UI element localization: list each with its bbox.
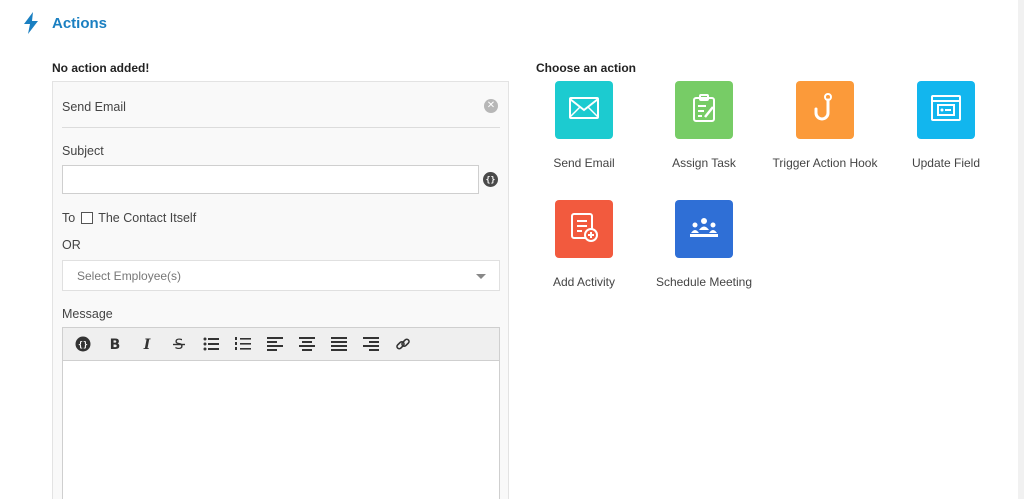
envelope-icon [569, 96, 599, 124]
action-label: Add Activity [552, 275, 616, 289]
action-label: Trigger Action Hook [772, 156, 878, 170]
action-add-activity[interactable]: Add Activity [529, 200, 639, 291]
actions-header: Actions [22, 12, 107, 34]
form-field-icon [931, 94, 961, 126]
employee-select[interactable]: Select Employee(s) [62, 260, 500, 291]
hook-icon [814, 92, 836, 128]
clipboard-task-icon [692, 93, 716, 127]
send-email-tile [555, 81, 613, 139]
link-icon[interactable] [393, 334, 413, 354]
strikethrough-icon[interactable]: S [169, 334, 189, 354]
action-schedule-meeting[interactable]: Schedule Meeting [649, 200, 759, 291]
employee-select-placeholder: Select Employee(s) [77, 269, 182, 283]
numbered-list-icon[interactable] [233, 334, 253, 354]
svg-text:I: I [143, 337, 151, 351]
subject-label: Subject [62, 144, 104, 158]
or-label: OR [62, 238, 81, 252]
send-email-panel: Send Email ✕ Subject {} To The Contact I… [52, 81, 509, 499]
action-trigger-hook[interactable]: Trigger Action Hook [770, 81, 880, 172]
no-action-heading: No action added! [52, 61, 150, 75]
action-label: Send Email [553, 156, 615, 170]
chevron-down-icon [476, 274, 486, 279]
action-label: Schedule Meeting [655, 275, 753, 289]
action-update-field[interactable]: Update Field [891, 81, 1001, 172]
align-justify-icon[interactable] [329, 334, 349, 354]
message-body[interactable] [63, 361, 499, 499]
add-activity-tile [555, 200, 613, 258]
lightning-bolt-icon [22, 12, 40, 34]
align-center-icon[interactable] [297, 334, 317, 354]
meeting-icon [688, 216, 720, 243]
page-title: Actions [52, 14, 108, 32]
italic-icon[interactable]: I [137, 334, 157, 354]
divider [62, 127, 500, 128]
editor-toolbar: {} B I S [63, 328, 499, 361]
svg-text:B: B [110, 337, 121, 351]
bold-icon[interactable]: B [105, 334, 125, 354]
action-assign-task[interactable]: Assign Task [649, 81, 759, 172]
message-editor: {} B I S [62, 327, 500, 499]
to-row: To The Contact Itself [62, 211, 196, 225]
contact-itself-label: The Contact Itself [98, 211, 197, 225]
action-label: Update Field [911, 156, 981, 170]
trigger-hook-tile [796, 81, 854, 139]
assign-task-tile [675, 81, 733, 139]
update-field-tile [917, 81, 975, 139]
close-icon[interactable]: ✕ [484, 99, 498, 113]
subject-input[interactable] [62, 165, 479, 194]
placeholder-icon[interactable]: {} [483, 172, 498, 187]
contact-itself-checkbox[interactable] [81, 212, 94, 224]
action-send-email[interactable]: Send Email [529, 81, 639, 172]
message-label: Message [62, 307, 113, 321]
action-label: Assign Task [672, 156, 736, 170]
placeholder-insert-icon[interactable]: {} [73, 334, 93, 354]
choose-action-heading: Choose an action [536, 61, 637, 75]
align-left-icon[interactable] [265, 334, 285, 354]
to-label: To [62, 211, 76, 225]
page-right-border [1018, 0, 1024, 499]
schedule-meeting-tile [675, 200, 733, 258]
align-right-icon[interactable] [361, 334, 381, 354]
svg-text:{}: {} [78, 340, 88, 349]
panel-title: Send Email [62, 100, 126, 114]
bullet-list-icon[interactable] [201, 334, 221, 354]
activity-list-icon [569, 212, 599, 247]
